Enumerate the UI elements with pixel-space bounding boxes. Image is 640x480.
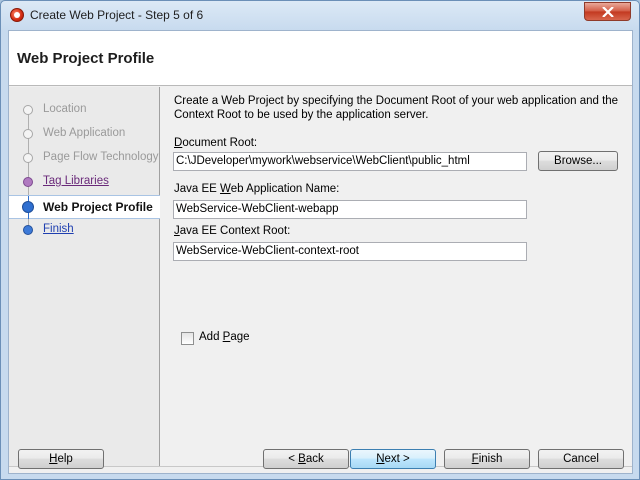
help-button[interactable]: Help <box>18 449 104 469</box>
label-part: ocument Root: <box>182 137 258 149</box>
label-part: eb Application Name: <box>230 183 340 195</box>
button-label: < <box>288 453 299 465</box>
step-dot-icon <box>23 153 33 163</box>
window-title: Create Web Project - Step 5 of 6 <box>30 8 204 22</box>
step-label[interactable]: Finish <box>43 223 74 235</box>
button-label: ack <box>305 453 324 465</box>
browse-button[interactable]: Browse... <box>538 151 618 171</box>
step-label[interactable]: Tag Libraries <box>43 175 109 187</box>
button-label: ext > <box>384 453 410 465</box>
web-app-name-field[interactable]: WebService-WebClient-webapp <box>173 200 527 219</box>
wizard-step-finish[interactable]: Finish <box>9 219 160 243</box>
wizard-steps-panel: Location Web Application Page Flow Techn… <box>9 87 160 466</box>
back-button[interactable]: < Back <box>263 449 349 469</box>
step-label: Location <box>43 103 87 115</box>
label-part: ava EE Context Root: <box>179 225 291 237</box>
wizard-step-web-application: Web Application <box>9 123 160 147</box>
label-part: Add <box>199 331 223 343</box>
add-page-checkbox[interactable] <box>181 332 194 345</box>
step-dot-icon <box>23 177 33 187</box>
page-title: Web Project Profile <box>17 50 155 67</box>
step-dot-icon <box>22 201 34 213</box>
dialog-window: Create Web Project - Step 5 of 6 Web Pro… <box>0 0 640 480</box>
wizard-step-location: Location <box>9 99 160 123</box>
document-root-label: Document Root: <box>174 137 257 149</box>
add-page-label[interactable]: Add Page <box>199 331 250 343</box>
mnemonic: B <box>298 453 306 465</box>
context-root-field[interactable]: WebService-WebClient-context-root <box>173 242 527 261</box>
cancel-button[interactable]: Cancel <box>538 449 624 469</box>
wizard-content: Create a Web Project by specifying the D… <box>161 87 632 466</box>
button-label: inish <box>478 453 503 465</box>
wizard-step-page-flow-technology: Page Flow Technology <box>9 147 160 171</box>
step-dot-icon <box>23 105 33 115</box>
context-root-label: Java EE Context Root: <box>174 225 290 237</box>
close-icon <box>602 7 614 17</box>
mnemonic: N <box>376 453 385 465</box>
page-description: Create a Web Project by specifying the D… <box>174 95 619 121</box>
label-part: Java EE <box>174 183 221 195</box>
close-button[interactable] <box>584 2 631 21</box>
step-dot-icon <box>23 225 33 235</box>
title-bar[interactable]: Create Web Project - Step 5 of 6 <box>1 1 639 29</box>
web-app-name-label: Java EE Web Application Name: <box>174 183 339 195</box>
label-part: age <box>230 331 250 343</box>
mnemonic: F <box>471 453 479 465</box>
wizard-step-tag-libraries[interactable]: Tag Libraries <box>9 171 160 195</box>
document-root-field[interactable]: C:\JDeveloper\mywork\webservice\WebClien… <box>173 152 527 171</box>
step-label: Web Application <box>43 127 126 139</box>
dialog-client-area: Web Project Profile Location Web Applica… <box>8 30 633 474</box>
button-label: elp <box>57 453 73 465</box>
next-button[interactable]: Next > <box>350 449 436 469</box>
step-label: Web Project Profile <box>43 200 153 214</box>
wizard-step-web-project-profile: Web Project Profile <box>9 195 160 220</box>
step-label: Page Flow Technology <box>43 151 159 163</box>
mnemonic: W <box>220 183 231 195</box>
finish-button[interactable]: Finish <box>444 449 530 469</box>
page-header: Web Project Profile <box>9 31 632 86</box>
step-dot-icon <box>23 129 33 139</box>
jdeveloper-app-icon <box>10 8 24 22</box>
